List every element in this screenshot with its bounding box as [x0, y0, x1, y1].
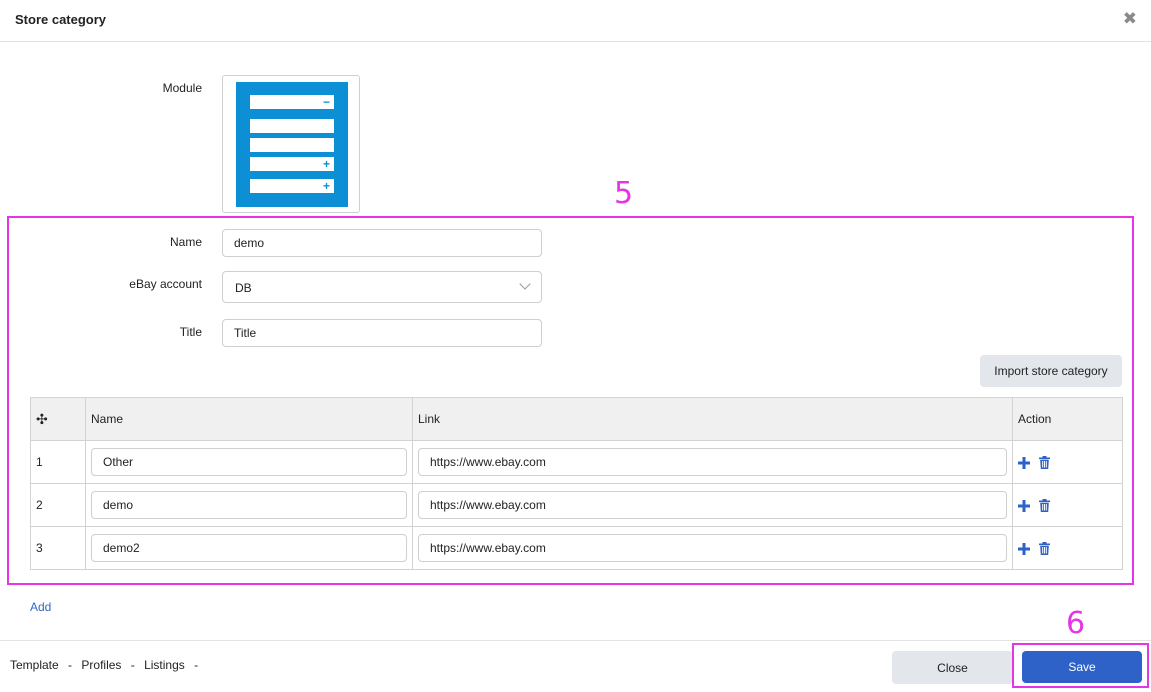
module-thumbnail[interactable]: − + + [222, 75, 360, 213]
table-header-row: ✣ Name Link Action [30, 397, 1123, 441]
row-number: 3 [30, 526, 86, 570]
annotation-6-label: 6 [1066, 606, 1086, 641]
add-row-link[interactable]: Add [30, 600, 51, 614]
footer-separator: - [130, 658, 135, 672]
title-label: Title [179, 325, 202, 339]
footer-link-template[interactable]: Template [10, 658, 59, 672]
close-button[interactable]: Close [892, 651, 1013, 684]
store-category-module-icon: − + + [236, 82, 348, 207]
plus-icon[interactable] [1018, 499, 1030, 512]
category-table: ✣ Name Link Action 1 2 3 [30, 397, 1123, 570]
row-actions [1012, 440, 1123, 484]
footer-separator: - [194, 658, 199, 672]
footer-separator: - [68, 658, 73, 672]
move-icon[interactable]: ✣ [30, 397, 86, 441]
ebay-account-value: DB [235, 281, 252, 295]
plus-icon[interactable] [1018, 456, 1030, 469]
title-input[interactable] [222, 319, 542, 347]
table-row: 3 [30, 526, 1123, 570]
row-name-input[interactable] [91, 448, 407, 476]
footer-link-listings[interactable]: Listings [144, 658, 185, 672]
footer-breadcrumb: Template - Profiles - Listings - [10, 658, 204, 672]
ebay-account-select[interactable]: DB [222, 271, 542, 303]
column-header-action: Action [1012, 397, 1123, 441]
trash-icon[interactable] [1039, 499, 1051, 513]
row-number: 2 [30, 483, 86, 527]
ebay-account-label: eBay account [129, 277, 202, 291]
plus-icon[interactable] [1018, 542, 1030, 555]
trash-icon[interactable] [1039, 542, 1051, 556]
module-label: Module [162, 81, 202, 95]
row-link-input[interactable] [418, 491, 1007, 519]
close-icon[interactable]: ✖ [1123, 10, 1137, 27]
name-label: Name [169, 235, 202, 249]
footer-link-profiles[interactable]: Profiles [81, 658, 121, 672]
dialog-title: Store category [15, 12, 107, 27]
row-actions [1012, 526, 1123, 570]
row-actions [1012, 483, 1123, 527]
row-link-input[interactable] [418, 448, 1007, 476]
trash-icon[interactable] [1039, 456, 1051, 470]
column-header-link: Link [412, 397, 1013, 441]
row-name-input[interactable] [91, 491, 407, 519]
chevron-down-icon [519, 278, 531, 290]
table-row: 2 [30, 483, 1123, 527]
save-button[interactable]: Save [1022, 651, 1142, 683]
annotation-5-label: 5 [614, 176, 634, 211]
dialog-header: Store category ✖ [0, 0, 1151, 42]
table-row: 1 [30, 440, 1123, 484]
name-input[interactable] [222, 229, 542, 257]
row-name-input[interactable] [91, 534, 407, 562]
import-store-category-button[interactable]: Import store category [980, 355, 1122, 387]
column-header-name: Name [85, 397, 413, 441]
row-link-input[interactable] [418, 534, 1007, 562]
row-number: 1 [30, 440, 86, 484]
